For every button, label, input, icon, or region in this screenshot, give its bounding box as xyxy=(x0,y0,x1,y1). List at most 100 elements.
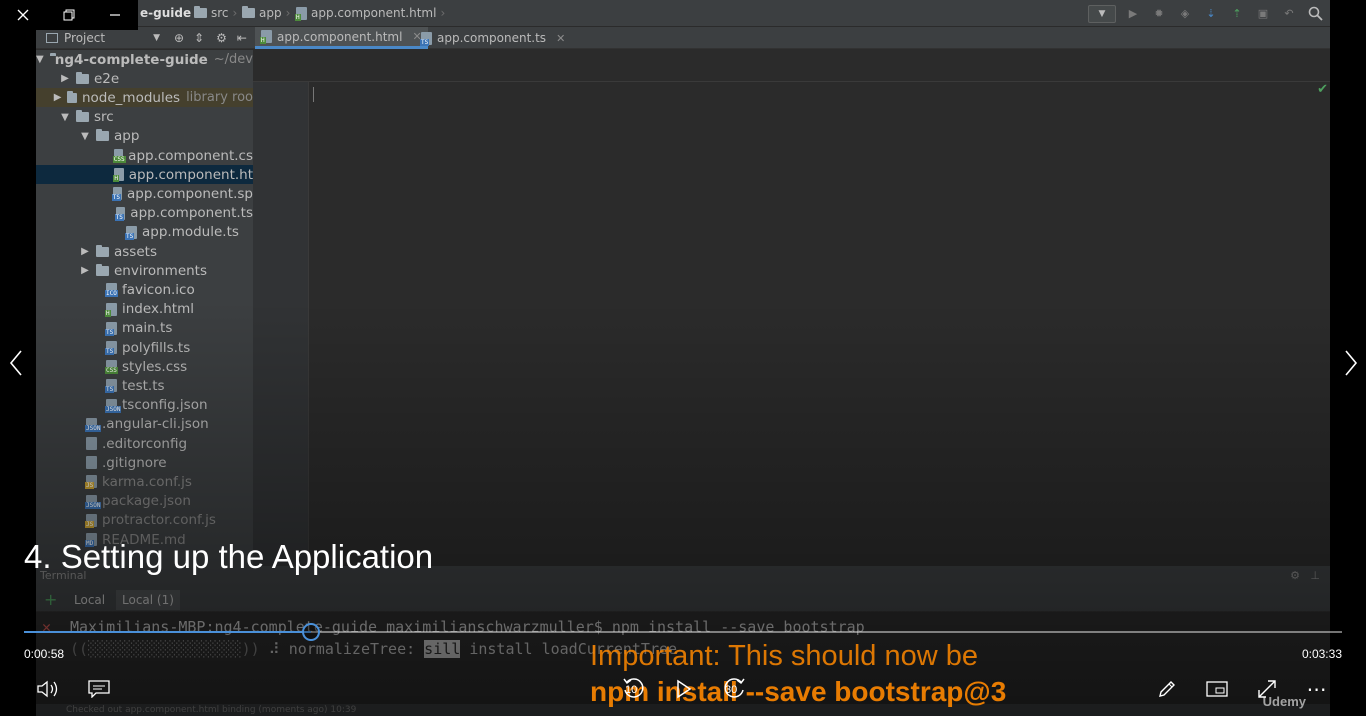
breadcrumb-item-project[interactable]: e-guide › xyxy=(140,6,200,20)
captions-button[interactable] xyxy=(87,672,111,706)
tree-file[interactable]: TS polyfills.ts xyxy=(36,338,253,357)
tree-file[interactable]: JSON .angular-cli.json xyxy=(36,415,253,434)
tree-file[interactable]: .gitignore xyxy=(36,453,253,472)
minimize-icon[interactable]: ⊥ xyxy=(1310,566,1320,586)
debug-button[interactable]: ✹ xyxy=(1150,5,1168,23)
notes-button[interactable] xyxy=(1155,672,1179,706)
chevron-right-icon[interactable]: ▶ xyxy=(54,92,62,103)
tree-file[interactable]: TS app.module.ts xyxy=(36,223,253,242)
search-everywhere-button[interactable] xyxy=(1306,5,1324,23)
forward-button[interactable]: 30 xyxy=(719,672,749,706)
close-icon[interactable]: ✕ xyxy=(42,618,51,636)
chevron-right-icon: › xyxy=(285,6,291,20)
tree-file[interactable]: CSS styles.css xyxy=(36,357,253,376)
coverage-button[interactable]: ◈ xyxy=(1176,5,1194,23)
gear-icon[interactable]: ⚙ xyxy=(1290,566,1300,586)
js-file-icon: JS xyxy=(85,475,97,490)
tree-file[interactable]: JS protractor.conf.js xyxy=(36,511,253,530)
chevron-down-icon[interactable]: ▼ xyxy=(36,54,44,65)
plus-icon[interactable]: + xyxy=(44,590,57,609)
tree-file[interactable]: CSS app.component.cs xyxy=(36,146,253,165)
gear-icon[interactable]: ⚙ xyxy=(216,31,227,45)
js-file-icon: JS xyxy=(85,513,97,528)
tree-folder[interactable]: ▶ e2e xyxy=(36,69,253,88)
tree-folder[interactable]: ▶ environments xyxy=(36,261,253,280)
tree-folder[interactable]: ▼ src xyxy=(36,108,253,127)
hide-panel-icon[interactable]: ⇤ xyxy=(237,31,247,45)
tree-file[interactable]: TS app.component.ts xyxy=(36,204,253,223)
next-lecture-button[interactable] xyxy=(1337,346,1365,380)
run-config-dropdown[interactable]: ▼ xyxy=(1088,4,1116,23)
tree-file[interactable]: Hindex.html xyxy=(36,300,253,319)
previous-lecture-button[interactable] xyxy=(2,346,30,380)
bug-icon: ✹ xyxy=(1154,7,1164,20)
tree-item-label: index.html xyxy=(122,301,194,318)
total-duration: 0:03:33 xyxy=(1301,647,1342,661)
tab-app-component-ts[interactable]: TS app.component.ts ✕ xyxy=(415,27,571,49)
minimize-window-button[interactable] xyxy=(92,0,138,30)
chevron-down-icon[interactable]: ▼ xyxy=(80,131,90,142)
tab-app-component-html[interactable]: H app.component.html ✕ xyxy=(255,27,428,49)
html-file-icon: H xyxy=(113,168,124,183)
pencil-icon xyxy=(1159,681,1175,697)
terminal-tab-local[interactable]: Local xyxy=(68,590,111,610)
tree-file[interactable]: .editorconfig xyxy=(36,434,253,453)
code-editor[interactable]: ✔ xyxy=(309,82,1330,566)
terminal-tabs: + Local Local (1) xyxy=(36,586,1330,612)
play-button[interactable] xyxy=(672,672,696,706)
vcs-update-button[interactable]: ⇣ xyxy=(1202,5,1220,23)
vcs-commit-button[interactable]: ⇡ xyxy=(1228,5,1246,23)
text-cursor xyxy=(313,87,314,102)
locate-icon[interactable]: ⊕ xyxy=(174,31,184,45)
tree-folder[interactable]: ▶ assets xyxy=(36,242,253,261)
tree-file[interactable]: ICO favicon.ico xyxy=(36,280,253,299)
miniplayer-button[interactable] xyxy=(1205,672,1229,706)
chevron-right-icon[interactable]: ▶ xyxy=(60,73,70,84)
project-panel-title[interactable]: Project xyxy=(64,31,105,45)
more-options-button[interactable]: ⋯ xyxy=(1305,672,1329,706)
play-icon xyxy=(677,679,692,699)
folder-icon xyxy=(96,129,109,142)
chevron-right-icon[interactable]: ▶ xyxy=(80,246,90,257)
breadcrumb-item-app[interactable]: app › xyxy=(242,6,290,20)
tree-file[interactable]: TS test.ts xyxy=(36,376,253,395)
close-icon xyxy=(17,9,29,21)
chevron-down-icon[interactable]: ▼ xyxy=(153,33,160,43)
chevron-down-icon[interactable]: ▼ xyxy=(60,112,70,123)
tree-file[interactable]: JSON tsconfig.json xyxy=(36,396,253,415)
ide-window: e-guide › src › app › H app.component.ht… xyxy=(36,0,1330,716)
tree-file[interactable]: JSON package.json xyxy=(36,492,253,511)
breadcrumb-label: src xyxy=(211,6,229,20)
miniplayer-icon xyxy=(1206,681,1228,697)
terminal-tab-local-1[interactable]: Local (1) xyxy=(116,590,180,610)
tree-folder[interactable]: ▼ ng4-complete-guide ~/dev xyxy=(36,50,253,69)
tree-file[interactable]: Happ.component.ht xyxy=(36,165,253,185)
run-button[interactable]: ▶ xyxy=(1124,5,1142,23)
terminal-tab-label: Local xyxy=(74,593,106,607)
restore-window-button[interactable] xyxy=(46,0,92,30)
rewind-button[interactable]: 10 xyxy=(619,672,649,706)
tree-item-label: main.ts xyxy=(122,320,173,337)
shield-icon: ◈ xyxy=(1180,7,1190,20)
html-file-icon: H xyxy=(295,6,307,21)
chevron-right-icon[interactable]: ▶ xyxy=(80,265,90,276)
tree-item-label: favicon.ico xyxy=(122,281,195,298)
tree-file[interactable]: JS karma.conf.js xyxy=(36,472,253,491)
close-icon[interactable]: ✕ xyxy=(556,32,565,45)
revert-button[interactable]: ↶ xyxy=(1280,5,1298,23)
folder-icon xyxy=(96,263,109,276)
tree-item-label: .editorconfig xyxy=(102,435,188,452)
close-window-button[interactable] xyxy=(0,0,46,30)
tree-folder[interactable]: ▶ node_modules library roo xyxy=(36,88,253,108)
volume-button[interactable] xyxy=(36,672,62,706)
tree-folder[interactable]: ▼ app xyxy=(36,127,253,146)
collapse-icon[interactable]: ⇕ xyxy=(194,31,204,45)
breadcrumb-item-src[interactable]: src › xyxy=(194,6,237,20)
tree-file[interactable]: TS main.ts xyxy=(36,319,253,338)
chevron-down-icon: ▼ xyxy=(1098,8,1106,19)
tree-file[interactable]: TS app.component.sp xyxy=(36,184,253,203)
vcs-history-button[interactable]: ▣ xyxy=(1254,5,1272,23)
ico-file-icon: ICO xyxy=(105,283,118,298)
breadcrumb-item-file[interactable]: H app.component.html › xyxy=(295,6,445,21)
tree-item-label: polyfills.ts xyxy=(122,339,191,356)
